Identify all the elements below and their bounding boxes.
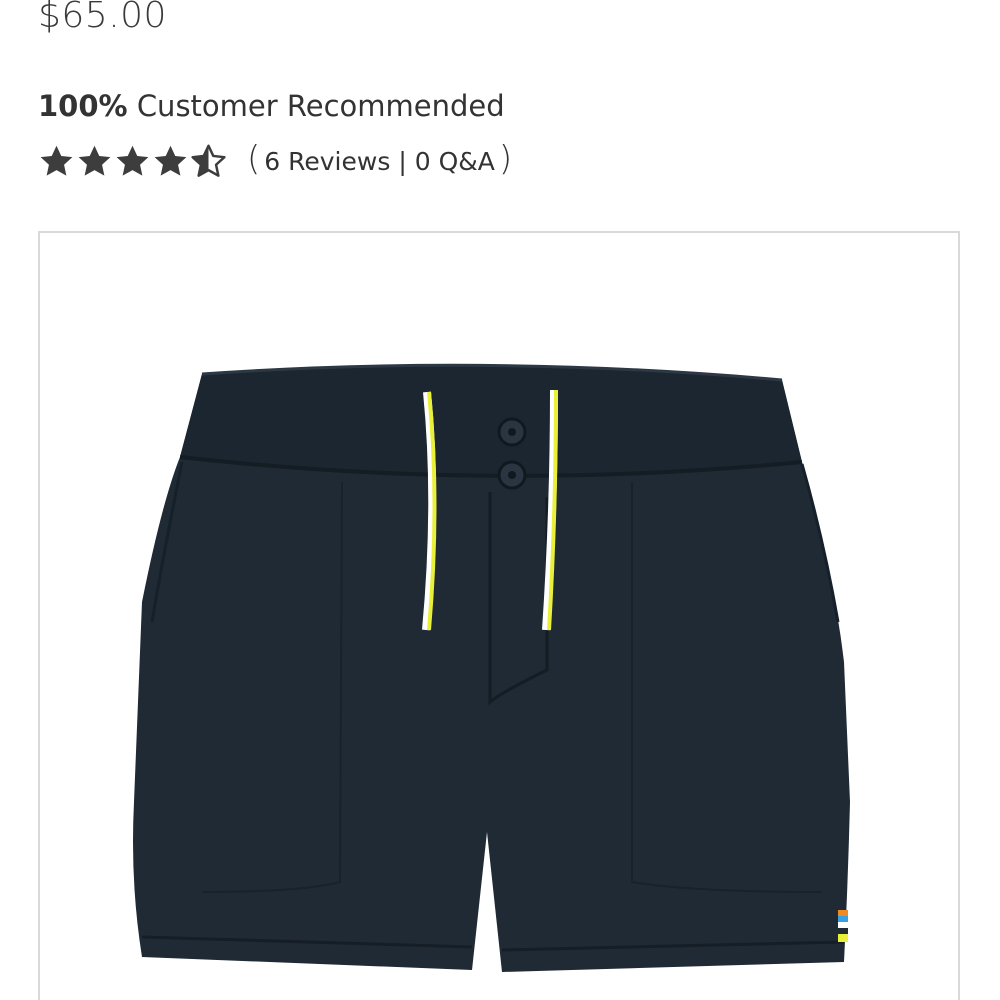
star-icon [116, 145, 149, 176]
product-price: $65.00 [38, 0, 167, 36]
star-icon [40, 145, 73, 176]
reviews-link[interactable]: 6 Reviews [260, 147, 394, 176]
star-rating[interactable] [38, 143, 227, 180]
star-icon [78, 145, 111, 176]
customer-recommended: 100% Customer Recommended [38, 86, 505, 126]
product-detail-page: $65.00 100% Customer Recommended ( 6 Rev… [0, 0, 1000, 1000]
half-star-icon [191, 144, 226, 177]
review-summary: ( 6 Reviews | 0 Q&A ) [247, 139, 513, 179]
rating-row: ( 6 Reviews | 0 Q&A ) [38, 138, 512, 184]
star-icon [154, 145, 187, 176]
recommend-label: Customer Recommended [136, 89, 505, 123]
product-image[interactable] [38, 231, 960, 1000]
qa-link[interactable]: 0 Q&A [411, 147, 499, 176]
recommend-percent: 100% [38, 89, 128, 123]
reviews-separator: | [398, 146, 407, 176]
shorts-product-image [133, 363, 850, 973]
